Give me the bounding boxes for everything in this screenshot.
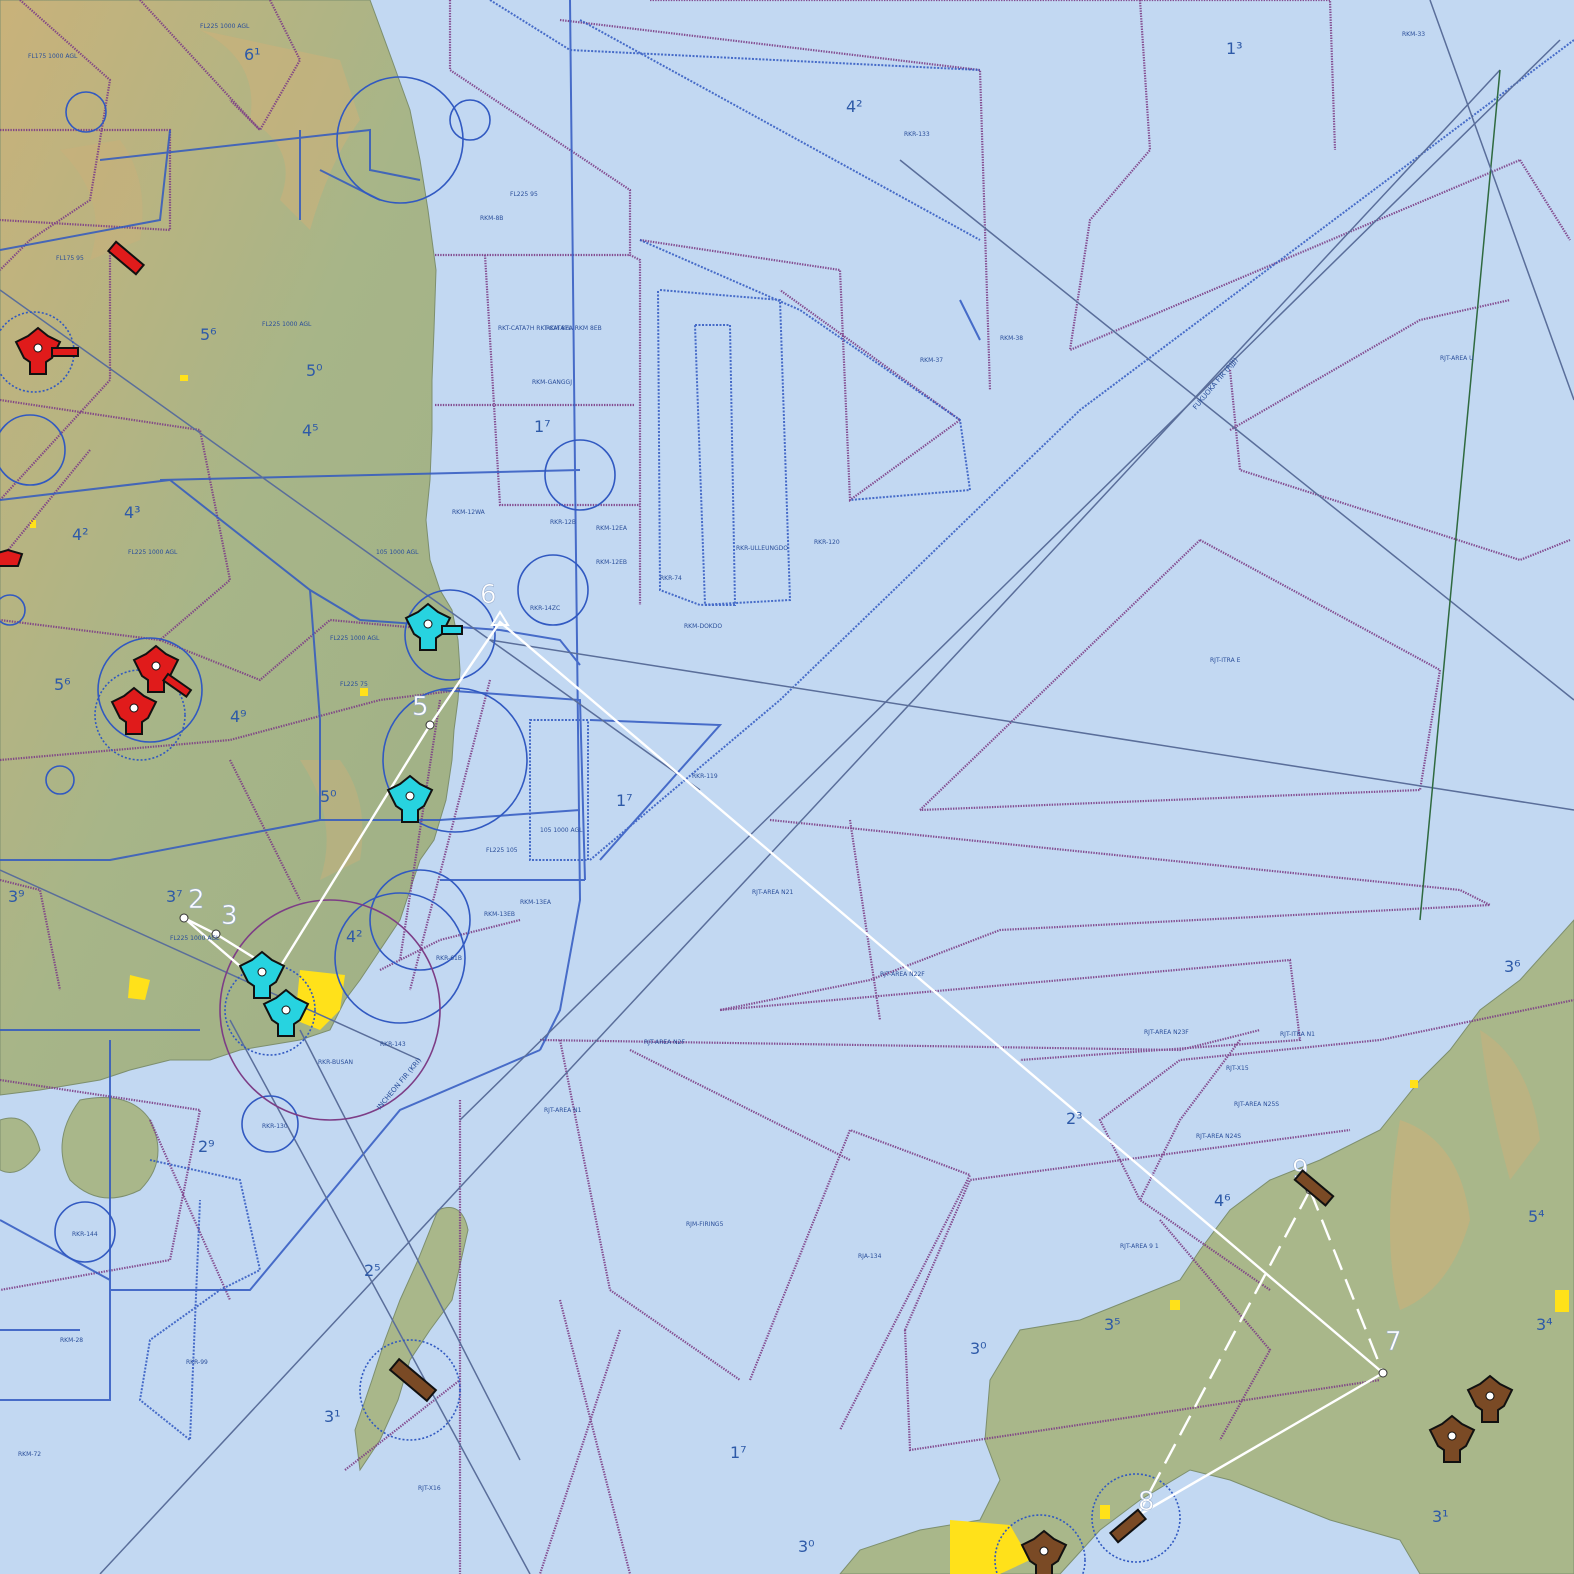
mef-label: 1⁷ — [616, 791, 633, 810]
airspace-label: RJT-AREA N21 — [752, 889, 793, 896]
mef-label: 4² — [846, 97, 863, 116]
airspace-label: RJT-AREA U — [1440, 355, 1474, 362]
mef-label: 3⁰ — [970, 1339, 987, 1358]
airspace-label: 105 1000 AGL — [540, 827, 583, 834]
waypoint-2-marker[interactable] — [179, 913, 189, 923]
airspace-label: 105 1000 AGL — [376, 549, 419, 556]
mef-label: 3⁷ — [166, 887, 183, 906]
mef-label: 1⁷ — [730, 1443, 747, 1462]
airspace-label: RJA-134 — [858, 1253, 882, 1260]
airspace-label: RKR-133 — [904, 131, 930, 138]
mef-label: 3¹ — [1432, 1507, 1449, 1526]
airspace-label: RJT-X15 — [1226, 1065, 1249, 1072]
airspace-label: FL175 1000 AGL — [28, 53, 78, 60]
mef-label: 3¹ — [324, 1407, 341, 1426]
airspace-label: RKM-12EA — [596, 525, 628, 532]
waypoint-5-marker[interactable] — [425, 720, 435, 730]
airspace-label: RKM-28 — [60, 1337, 83, 1344]
airspace-label: RKM-GANGGJ — [532, 379, 572, 386]
airspace-label: RKR-144 — [72, 1231, 98, 1238]
airspace-label: RKM-13EB — [484, 911, 515, 918]
airspace-label: RKR-143 — [380, 1041, 406, 1048]
mef-label: 1³ — [1226, 39, 1243, 58]
mef-label: 1⁷ — [534, 417, 551, 436]
mef-label: 3⁰ — [798, 1537, 815, 1556]
airspace-label: RJT-ITRA E — [1210, 657, 1241, 664]
waypoint-7-marker[interactable] — [1378, 1368, 1388, 1378]
mef-label: 3⁴ — [1536, 1315, 1553, 1334]
airspace-label: RKM-12EB — [596, 559, 627, 566]
mef-label: 4² — [72, 525, 89, 544]
airspace-label: RKR-61B — [436, 955, 462, 962]
airspace-label: RKM-8B — [480, 215, 503, 222]
airspace-label: RKM-72 — [18, 1451, 41, 1458]
airspace-label: FL225 95 — [510, 191, 538, 198]
airspace-label: RKR-130 — [262, 1123, 288, 1130]
mef-label: 3⁶ — [1504, 957, 1521, 976]
airspace-label: RKR-74 — [660, 575, 682, 582]
airspace-label: FL225 75 — [340, 681, 368, 688]
airspace-label: RJT-ITRA N1 — [1280, 1031, 1315, 1038]
mef-label: 5⁰ — [320, 787, 337, 806]
airspace-label: RKR-BUSAN — [318, 1059, 353, 1066]
airspace-label: RJT-AREA N25S — [1234, 1101, 1279, 1108]
mef-label: 4⁶ — [1214, 1191, 1231, 1210]
airspace-label: RJT-X16 — [418, 1485, 441, 1492]
airspace-label: FL225 1000 AGL — [262, 321, 312, 328]
airspace-label: RJT-AREA N23F — [1144, 1029, 1189, 1036]
airspace-label: RKR-99 — [186, 1359, 208, 1366]
mef-label: 5⁶ — [200, 325, 217, 344]
airspace-label: RKR-120 — [814, 539, 840, 546]
airspace-label: FL225 1000 AGL — [330, 635, 380, 642]
airspace-label: RKM 8EA RKM 8EB — [546, 325, 602, 332]
military-airport-icon[interactable] — [0, 548, 24, 567]
airspace-label: RKR-14ZC — [530, 605, 560, 612]
mef-label: 2⁹ — [198, 1137, 215, 1156]
airspace-label: RJT-AREA N22F — [880, 971, 925, 978]
mef-label: 3⁵ — [1104, 1315, 1121, 1334]
airspace-label: RKM-12WA — [452, 509, 486, 516]
airspace-label: RJT-AREA N24S — [1196, 1133, 1241, 1140]
mef-label: 2³ — [1066, 1109, 1083, 1128]
waypoint-2-label: 2 — [188, 885, 205, 915]
airspace-label: FL225 1000 AGL — [170, 935, 220, 942]
waypoint-6-label: 6 — [480, 580, 497, 610]
mef-label: 4³ — [124, 503, 141, 522]
mef-label: 3⁹ — [8, 887, 25, 906]
airspace-label: RKM-37 — [920, 357, 943, 364]
airspace-label: RJT-AREA 9 1 — [1120, 1243, 1159, 1250]
airspace-label: RKR-ULLEUNGDO — [736, 545, 788, 552]
mef-label: 4⁵ — [302, 421, 319, 440]
mef-label: 5⁴ — [1528, 1207, 1545, 1226]
airspace-label: RKM-13EA — [520, 899, 552, 906]
mef-label: 5⁰ — [306, 361, 323, 380]
mef-label: 6¹ — [244, 45, 261, 64]
airspace-label: FL225 1000 AGL — [128, 549, 178, 556]
airspace-label: FL225 1000 AGL — [200, 23, 250, 30]
waypoint-7-label: 7 — [1385, 1327, 1402, 1357]
mef-label: 5⁶ — [54, 675, 71, 694]
airspace-label: RJT-AREA N1 — [544, 1107, 582, 1114]
airspace-label: RKM-38 — [1000, 335, 1023, 342]
aeronautical-chart-map[interactable]: 2 3 4 5 6 7 8 9 — [0, 0, 1574, 1574]
airspace-label: RJM-FIRING5 — [686, 1221, 724, 1228]
mef-label: 4² — [346, 927, 363, 946]
airspace-label: RKM-DOKDO — [684, 623, 722, 630]
mef-label: 2⁵ — [364, 1261, 381, 1280]
mef-label: 4⁹ — [230, 707, 247, 726]
airspace-label: RKR-119 — [692, 773, 718, 780]
airspace-label: RKR-12B — [550, 519, 576, 526]
waypoint-5-label: 5 — [412, 692, 429, 722]
airspace-label: RKM-33 — [1402, 31, 1425, 38]
airspace-label: RJT-AREA N2F — [644, 1039, 685, 1046]
airspace-label: FL175 95 — [56, 255, 84, 262]
waypoint-3-label: 3 — [221, 901, 238, 931]
airspace-label: FL225 105 — [486, 847, 518, 854]
